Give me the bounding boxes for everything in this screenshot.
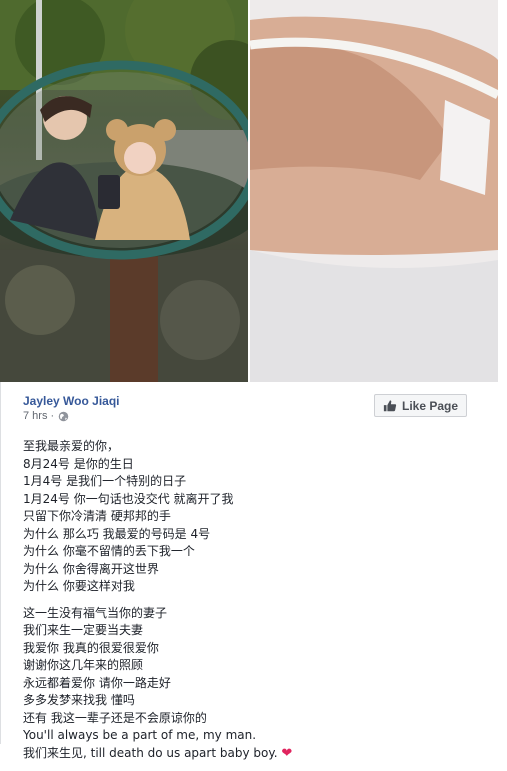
message-line: 至我最亲爱的你， [23, 439, 120, 453]
message-line: 多多发梦来找我 懂吗 [23, 693, 135, 707]
like-page-button[interactable]: Like Page [374, 394, 467, 417]
like-page-label: Like Page [401, 398, 459, 413]
post-author-name[interactable]: Jayley Woo Jiaqi [23, 394, 120, 408]
message-line-last: 我们来生见, till death do us apart baby boy. … [23, 745, 493, 763]
message-line: 还有 我这一辈子还是不会原谅你的 [23, 710, 207, 725]
thumbs-up-icon [383, 399, 397, 411]
message-line: 1月24号 你一句话也没交代 就离开了我 [23, 491, 234, 506]
hands-illustration [250, 0, 498, 382]
message-line: 我爱你 我真的很爱很爱你 [23, 640, 159, 655]
post-meta: 7 hrs · [23, 410, 69, 422]
message-line: 只留下你冷清清 硬邦邦的手 [23, 509, 171, 523]
message-line: 谢谢你这几年来的照顾 [23, 658, 144, 672]
message-line: 这一生没有福气当你的妻子 [23, 605, 168, 620]
heart-icon: ❤ [281, 745, 293, 761]
post-timestamp[interactable]: 7 hrs · [23, 410, 54, 422]
couple-mirror-photo[interactable] [0, 0, 248, 382]
post-photos [0, 0, 507, 382]
message-line: 8月24号 是你的生日 [23, 456, 134, 471]
message-line: 1月4号 是我们一个特别的日子 [23, 474, 187, 488]
message-line: 为什么 那么巧 我最爱的号码是 4号 [23, 526, 211, 541]
globe-icon [58, 411, 69, 421]
message-line: 为什么 你舍得离开这世界 [23, 561, 159, 576]
message-line-text: 我们来生见, till death do us apart baby boy. [23, 745, 278, 760]
message-line: 为什么 你要这样对我 [23, 579, 135, 593]
post-message: 至我最亲爱的你， 8月24号 是你的生日 1月4号 是我们一个特别的日子 1月2… [23, 438, 493, 771]
photo-gutter [498, 0, 507, 382]
message-line: 永远都着爱你 请你一路走好 [23, 675, 171, 690]
message-paragraph-1: 至我最亲爱的你， 8月24号 是你的生日 1月4号 是我们一个特别的日子 1月2… [23, 438, 493, 596]
message-line: You'll always be a part of me, my man. [23, 728, 257, 742]
message-line: 为什么 你毫不留情的丢下我一个 [23, 544, 195, 558]
hands-photo[interactable] [250, 0, 498, 382]
message-paragraph-2: 这一生没有福气当你的妻子 我们来生一定要当夫妻 我爱你 我真的很爱很爱你 谢谢你… [23, 605, 493, 763]
message-line: 我们来生一定要当夫妻 [23, 623, 144, 637]
facebook-post: Jayley Woo Jiaqi 7 hrs · Like Page 至我最亲爱… [0, 382, 507, 761]
couple-mirror-illustration [0, 0, 248, 382]
